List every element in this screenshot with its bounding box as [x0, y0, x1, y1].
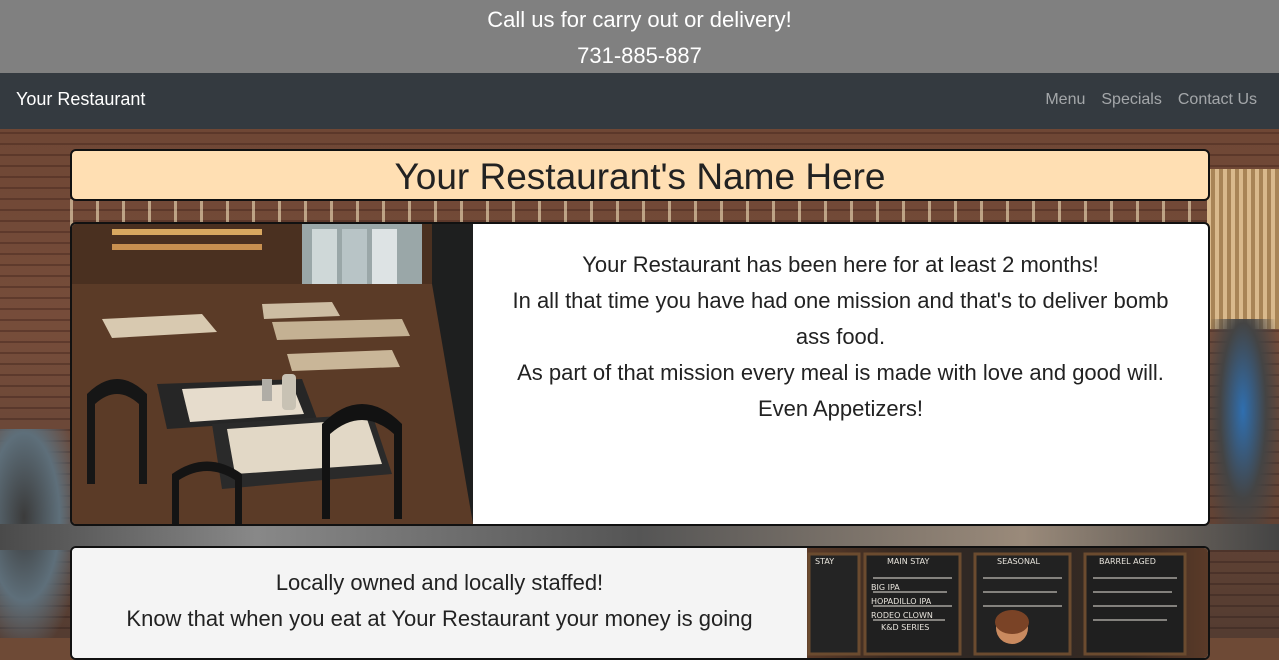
about-line: Your Restaurant has been here for at lea… [582, 252, 1099, 277]
navbar: Your Restaurant Menu Specials Contact Us [0, 73, 1279, 129]
wood-wall-decoration [1207, 169, 1279, 329]
nav-links: Menu Specials Contact Us [1045, 91, 1257, 109]
board-label: BARREL AGED [1099, 557, 1156, 566]
board-label: BIG IPA [871, 583, 900, 592]
board-label: RODEO CLOWN [871, 611, 933, 620]
board-label: MAIN STAY [887, 557, 929, 566]
call-banner: Call us for carry out or delivery! 731-8… [0, 0, 1279, 73]
about-line: As part of that mission every meal is ma… [517, 360, 1164, 385]
page-title: Your Restaurant's Name Here [394, 156, 886, 197]
nav-link-specials[interactable]: Specials [1101, 91, 1161, 109]
dining-room-illustration [72, 224, 473, 524]
local-text: Locally owned and locally staffed! Know … [72, 548, 807, 658]
phone-number: 731-885-887 [577, 43, 702, 68]
beer-board-illustration: STAY MAIN STAY SEASONAL BARREL AGED BIG … [807, 552, 1187, 656]
beer-board-photo: STAY MAIN STAY SEASONAL BARREL AGED BIG … [807, 548, 1208, 658]
local-line: Know that when you eat at Your Restauran… [126, 606, 753, 631]
patrons-right-decoration [1207, 319, 1279, 549]
board-label: HOPADILLO IPA [871, 597, 932, 606]
nav-link-menu[interactable]: Menu [1045, 91, 1085, 109]
board-label: STAY [815, 557, 834, 566]
call-banner-text: Call us for carry out or delivery! [487, 7, 792, 32]
about-text: Your Restaurant has been here for at lea… [473, 224, 1208, 524]
about-line: Even Appetizers! [757, 396, 924, 421]
about-line: In all that time you have had one missio… [512, 288, 1169, 349]
restaurant-title-box: Your Restaurant's Name Here [70, 149, 1210, 201]
board-label: SEASONAL [997, 557, 1040, 566]
local-line: Locally owned and locally staffed! [275, 570, 604, 595]
local-card: Locally owned and locally staffed! Know … [70, 546, 1210, 660]
board-label: K&D SERIES [881, 623, 929, 632]
nav-link-contact-us[interactable]: Contact Us [1178, 91, 1257, 109]
about-card: Your Restaurant has been here for at lea… [70, 222, 1210, 526]
dining-room-photo [72, 224, 473, 524]
brand-link[interactable]: Your Restaurant [16, 89, 145, 110]
